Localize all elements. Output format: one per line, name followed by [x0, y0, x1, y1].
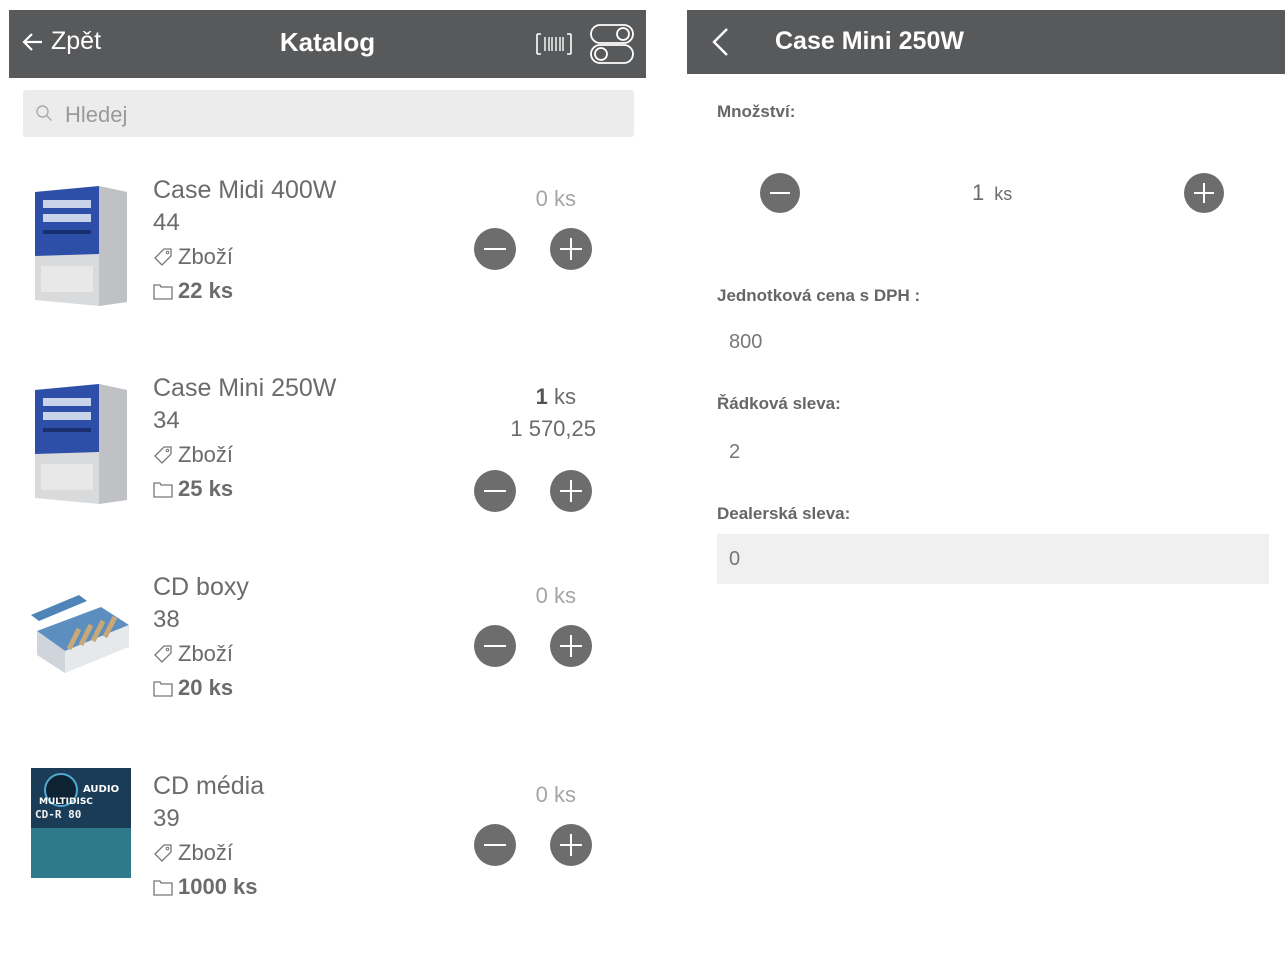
- decrease-quantity-button[interactable]: [474, 824, 516, 866]
- dealer-discount-field[interactable]: [717, 534, 1269, 584]
- list-item[interactable]: CD boxy 38 Zboží 20 ks 0 ks: [9, 573, 646, 763]
- quantity-value: 0: [535, 583, 548, 608]
- quantity-display: 1 ks: [972, 180, 1012, 206]
- tag-icon: [154, 844, 172, 862]
- product-stock: 25 ks: [153, 476, 233, 502]
- category-label: Zboží: [178, 641, 234, 666]
- category-label: Zboží: [178, 442, 234, 467]
- stock-label: 25 ks: [178, 476, 234, 501]
- search-input[interactable]: [63, 90, 627, 139]
- tag-icon: [154, 248, 172, 266]
- back-button[interactable]: Zpět: [21, 27, 101, 56]
- product-image: AUDIO MULTIDISC CD-R 80: [31, 768, 131, 878]
- tag-icon: [154, 645, 172, 663]
- barcode-scanner-icon[interactable]: [534, 30, 574, 58]
- product-code: 34: [153, 407, 180, 434]
- product-name: Case Midi 400W: [153, 176, 337, 204]
- decrease-quantity-button[interactable]: [474, 470, 516, 512]
- quantity-display: 1 ks: [536, 384, 576, 410]
- product-code: 44: [153, 209, 180, 236]
- quantity-display: 0 ks: [536, 782, 576, 808]
- unit-price-value[interactable]: 800: [729, 331, 762, 354]
- product-category: Zboží: [153, 641, 233, 667]
- product-category: Zboží: [153, 244, 233, 270]
- product-category: Zboží: [153, 840, 233, 866]
- increase-quantity-button[interactable]: [550, 824, 592, 866]
- catalog-header: Zpět Katalog: [9, 10, 646, 78]
- product-category: Zboží: [153, 442, 233, 468]
- tag-icon: [154, 446, 172, 464]
- item-detail-screen: Case Mini 250W Množství: 1 ks Jednotková …: [687, 10, 1285, 901]
- box-icon: [153, 284, 173, 300]
- product-name: Case Mini 250W: [153, 374, 337, 402]
- increase-quantity-button[interactable]: [550, 470, 592, 512]
- box-icon: [153, 681, 173, 697]
- dealer-discount-label: Dealerská sleva:: [717, 504, 851, 523]
- quantity-value: 1: [535, 384, 548, 409]
- page-title: Case Mini 250W: [775, 27, 964, 55]
- product-code: 39: [153, 805, 180, 832]
- quantity-unit: ks: [554, 384, 576, 409]
- toggle-view-icon[interactable]: [589, 22, 635, 66]
- product-image: [35, 186, 127, 306]
- quantity-value: 0: [535, 186, 548, 211]
- product-name: CD boxy: [153, 573, 249, 601]
- detail-header: Case Mini 250W: [687, 10, 1285, 74]
- line-discount-value[interactable]: 2: [729, 441, 740, 464]
- product-image: [35, 384, 127, 504]
- product-stock: 1000 ks: [153, 874, 258, 900]
- chevron-left-icon[interactable]: [709, 26, 731, 58]
- cover-text-2: MULTIDISC: [39, 797, 93, 807]
- cover-text-3: CD-R 80: [35, 808, 81, 821]
- quantity-value: 1: [972, 180, 985, 205]
- quantity-unit: ks: [994, 184, 1013, 204]
- list-item[interactable]: Case Mini 250W 34 Zboží 25 ks 1 ks 1 570…: [9, 374, 646, 564]
- quantity-unit: ks: [554, 186, 576, 211]
- line-total: 1 570,25: [510, 416, 596, 441]
- back-label: Zpět: [51, 27, 102, 55]
- line-discount-label: Řádková sleva:: [717, 394, 841, 413]
- stock-label: 20 ks: [178, 675, 234, 700]
- search-bar: [23, 90, 634, 139]
- unit-price-label: Jednotková cena s DPH :: [717, 286, 921, 305]
- product-code: 38: [153, 606, 180, 633]
- decrease-quantity-button[interactable]: [474, 228, 516, 270]
- box-icon: [153, 880, 173, 896]
- product-name: CD média: [153, 772, 265, 800]
- category-label: Zboží: [178, 244, 234, 269]
- arrow-left-icon: [22, 32, 42, 51]
- product-stock: 22 ks: [153, 278, 233, 304]
- increase-quantity-button[interactable]: [550, 228, 592, 270]
- increase-quantity-button[interactable]: [550, 625, 592, 667]
- quantity-unit: ks: [554, 782, 576, 807]
- quantity-display: 0 ks: [536, 186, 576, 212]
- search-icon: [36, 105, 52, 121]
- stock-label: 1000 ks: [178, 874, 258, 899]
- quantity-label: Množství:: [717, 102, 796, 121]
- quantity-value: 0: [535, 782, 548, 807]
- stock-label: 22 ks: [178, 278, 234, 303]
- decrease-quantity-button[interactable]: [474, 625, 516, 667]
- category-label: Zboží: [178, 840, 234, 865]
- catalog-screen: Zpět Katalog Case Midi 400W 44: [9, 10, 646, 901]
- product-image: [31, 595, 129, 673]
- list-item[interactable]: AUDIO MULTIDISC CD-R 80 CD média 39 Zbož…: [9, 768, 646, 962]
- increase-quantity-button[interactable]: [1184, 173, 1224, 213]
- decrease-quantity-button[interactable]: [760, 173, 800, 213]
- quantity-unit: ks: [554, 583, 576, 608]
- cover-text-1: AUDIO: [83, 784, 119, 795]
- list-item[interactable]: Case Midi 400W 44 Zboží 22 ks 0 ks: [9, 176, 646, 366]
- quantity-display: 0 ks: [536, 583, 576, 609]
- product-stock: 20 ks: [153, 675, 233, 701]
- box-icon: [153, 482, 173, 498]
